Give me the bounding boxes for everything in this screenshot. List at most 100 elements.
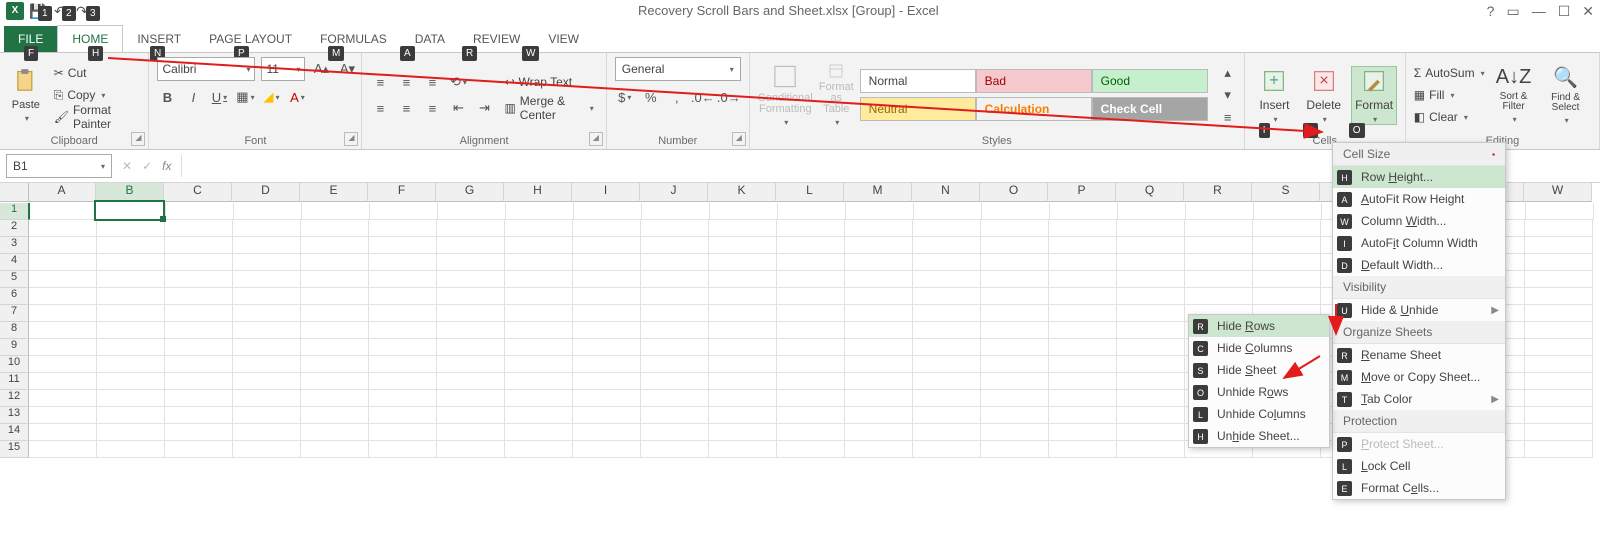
- cell[interactable]: [709, 288, 777, 305]
- cell[interactable]: [29, 288, 97, 305]
- font-size-combo[interactable]: 11▾: [261, 57, 305, 81]
- cell[interactable]: [301, 407, 369, 424]
- menu-autofit-column[interactable]: IAutoFit Column Width: [1333, 232, 1505, 254]
- cell[interactable]: [1525, 220, 1593, 237]
- cell[interactable]: [29, 339, 97, 356]
- cell[interactable]: [1185, 288, 1253, 305]
- cell[interactable]: [506, 203, 574, 220]
- col-header-O[interactable]: O: [980, 183, 1048, 202]
- cell[interactable]: [505, 356, 573, 373]
- cell[interactable]: [777, 288, 845, 305]
- submenu-unhide-columns[interactable]: LUnhide Columns: [1189, 403, 1329, 425]
- cell[interactable]: [981, 339, 1049, 356]
- col-header-H[interactable]: H: [504, 183, 572, 202]
- cell[interactable]: [29, 390, 97, 407]
- cell[interactable]: [301, 373, 369, 390]
- undo-icon[interactable]: ↶: [52, 3, 68, 19]
- cell[interactable]: [1117, 322, 1185, 339]
- tab-page-layout[interactable]: PAGE LAYOUT: [195, 26, 306, 52]
- comma-button[interactable]: ,: [667, 87, 687, 107]
- underline-button[interactable]: U▾: [209, 87, 229, 107]
- align-center-button[interactable]: ≡: [396, 98, 416, 118]
- cell[interactable]: [981, 424, 1049, 441]
- cell[interactable]: [1049, 220, 1117, 237]
- cell[interactable]: [97, 441, 165, 458]
- cell[interactable]: [641, 288, 709, 305]
- cell[interactable]: [437, 424, 505, 441]
- cell[interactable]: [437, 271, 505, 288]
- row-header-15[interactable]: 15: [0, 441, 29, 458]
- cell[interactable]: [778, 203, 846, 220]
- cell[interactable]: [369, 373, 437, 390]
- alignment-dialog-launcher[interactable]: ◢: [589, 132, 603, 146]
- cell[interactable]: [777, 322, 845, 339]
- cell[interactable]: [573, 288, 641, 305]
- cell[interactable]: [505, 288, 573, 305]
- redo-icon[interactable]: ↷: [74, 3, 90, 19]
- cell[interactable]: [369, 407, 437, 424]
- cell[interactable]: [981, 254, 1049, 271]
- cell[interactable]: [1525, 271, 1593, 288]
- cell[interactable]: [573, 237, 641, 254]
- cell[interactable]: [641, 356, 709, 373]
- cell[interactable]: [641, 339, 709, 356]
- cell[interactable]: [641, 424, 709, 441]
- cell[interactable]: [438, 203, 506, 220]
- tab-file[interactable]: FILE: [4, 26, 57, 52]
- col-header-J[interactable]: J: [640, 183, 708, 202]
- submenu-unhide-rows[interactable]: OUnhide Rows: [1189, 381, 1329, 403]
- cell[interactable]: [505, 220, 573, 237]
- cell[interactable]: [981, 390, 1049, 407]
- cell[interactable]: [1253, 271, 1321, 288]
- style-neutral[interactable]: Neutral: [860, 97, 976, 121]
- cell[interactable]: [1049, 407, 1117, 424]
- cell[interactable]: [709, 271, 777, 288]
- cell[interactable]: [573, 254, 641, 271]
- col-header-S[interactable]: S: [1252, 183, 1320, 202]
- cell[interactable]: [573, 271, 641, 288]
- cell[interactable]: [1049, 271, 1117, 288]
- cell[interactable]: [709, 220, 777, 237]
- cell[interactable]: [505, 237, 573, 254]
- cell[interactable]: [641, 407, 709, 424]
- cell[interactable]: [97, 390, 165, 407]
- cell[interactable]: [913, 254, 981, 271]
- row-header-2[interactable]: 2: [0, 220, 29, 237]
- cell[interactable]: [982, 203, 1050, 220]
- cell[interactable]: [97, 220, 165, 237]
- submenu-hide-rows[interactable]: RHide Rows: [1189, 315, 1329, 337]
- cell[interactable]: [1254, 203, 1322, 220]
- cell[interactable]: [1525, 373, 1593, 390]
- cell[interactable]: [369, 237, 437, 254]
- cell[interactable]: [301, 254, 369, 271]
- cell[interactable]: [369, 322, 437, 339]
- ribbon-options-icon[interactable]: ▭: [1506, 0, 1519, 22]
- cell[interactable]: [165, 254, 233, 271]
- tab-formulas[interactable]: FORMULAS: [306, 26, 401, 52]
- cell[interactable]: [437, 305, 505, 322]
- cell[interactable]: [166, 203, 234, 220]
- close-icon[interactable]: ✕: [1582, 0, 1594, 22]
- font-dialog-launcher[interactable]: ◢: [344, 132, 358, 146]
- cell[interactable]: [233, 271, 301, 288]
- cell[interactable]: [233, 356, 301, 373]
- tab-data[interactable]: DATA: [401, 26, 459, 52]
- cell[interactable]: [1253, 237, 1321, 254]
- cell[interactable]: [1253, 288, 1321, 305]
- cell[interactable]: [1525, 356, 1593, 373]
- cell[interactable]: [981, 373, 1049, 390]
- cell[interactable]: [1525, 390, 1593, 407]
- style-good[interactable]: Good: [1092, 69, 1208, 93]
- fill-button[interactable]: ▦Fill▾: [1414, 85, 1485, 105]
- col-header-M[interactable]: M: [844, 183, 912, 202]
- cell[interactable]: [845, 220, 913, 237]
- cell[interactable]: [981, 288, 1049, 305]
- submenu-hide-sheet[interactable]: SHide Sheet: [1189, 359, 1329, 381]
- cell[interactable]: [641, 373, 709, 390]
- styles-scroll-down[interactable]: ▾: [1218, 85, 1238, 105]
- styles-scroll-up[interactable]: ▴: [1218, 63, 1238, 83]
- cell[interactable]: [641, 237, 709, 254]
- fx-enter-icon[interactable]: ✓: [142, 159, 152, 173]
- cell[interactable]: [437, 237, 505, 254]
- cell[interactable]: [641, 271, 709, 288]
